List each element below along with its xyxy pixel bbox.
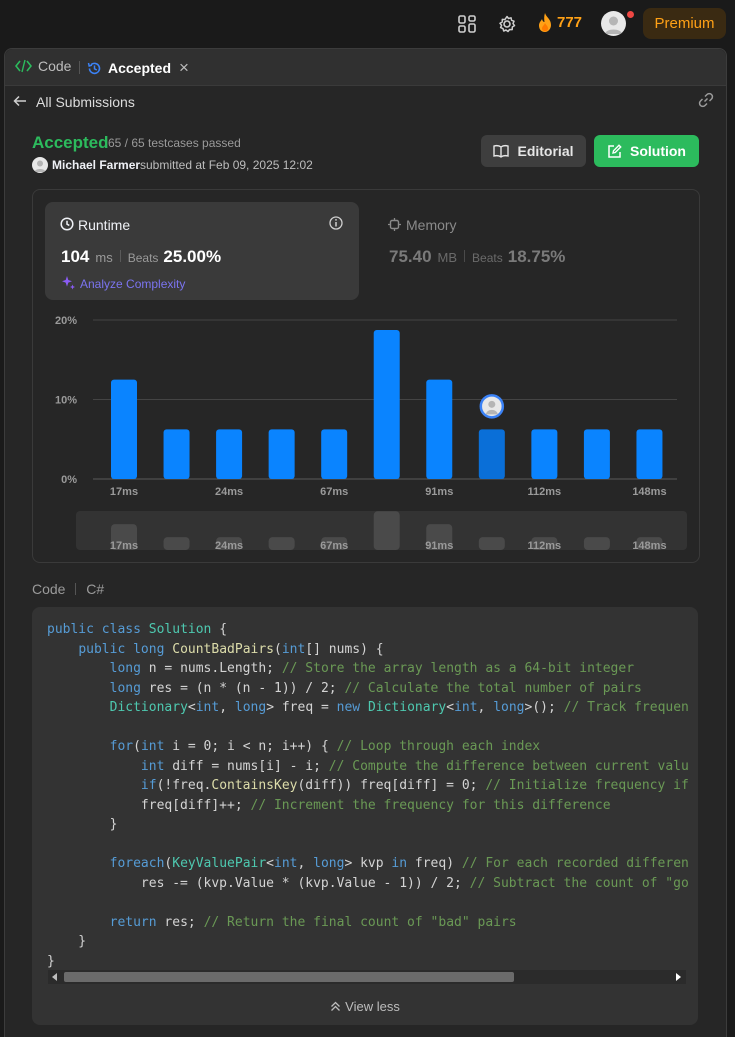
y-tick-label: 20% (55, 315, 77, 327)
notification-dot (627, 11, 634, 18)
testcases-passed: 65 / 65 testcases passed (108, 136, 241, 150)
solution-button[interactable]: Solution (594, 135, 699, 167)
code-icon (15, 59, 32, 73)
user-marker-head (488, 400, 496, 408)
layout-icon[interactable] (457, 14, 477, 34)
code-viewer[interactable]: public class Solution { public long Coun… (32, 607, 698, 1025)
x-tick-label: 112ms (528, 486, 562, 498)
code-section-header: Code C# (32, 581, 104, 597)
tab-accepted-label: Accepted (108, 60, 172, 76)
premium-button[interactable]: Premium (643, 8, 726, 39)
stats-panel: Runtime 104 ms Beats 25.00% Analyze Comp… (32, 189, 700, 563)
chart-bar[interactable] (163, 429, 190, 479)
user-icon (605, 16, 622, 34)
navigator-bar (478, 537, 505, 550)
navigator-bar (163, 537, 190, 550)
all-submissions-link[interactable]: All Submissions (36, 94, 135, 110)
chevrons-up-icon (331, 1001, 341, 1011)
tab-code[interactable]: Code (15, 58, 71, 74)
navigator-tick-label: 112ms (528, 540, 562, 552)
x-tick-label: 148ms (632, 486, 666, 498)
streak-counter[interactable]: 777 (537, 13, 582, 32)
x-tick-label: 24ms (215, 486, 243, 498)
edit-icon (608, 143, 622, 158)
divider (75, 583, 77, 595)
status-badge: Accepted (32, 133, 109, 152)
link-icon[interactable] (697, 92, 715, 108)
chart-bar[interactable] (478, 429, 505, 479)
book-icon (493, 145, 510, 158)
history-icon (87, 62, 101, 74)
chart-bar[interactable] (531, 429, 558, 479)
navigator-tick-label: 91ms (425, 540, 453, 552)
code-language: C# (86, 581, 105, 597)
top-bar: 777 Premium (0, 0, 735, 48)
chart-bar[interactable] (636, 429, 663, 479)
fire-icon (539, 13, 551, 32)
x-tick-label: 91ms (425, 486, 453, 498)
user-icon (34, 160, 46, 172)
x-tick-label: 17ms (110, 486, 138, 498)
chart-bar[interactable] (583, 429, 610, 479)
avatar[interactable] (601, 11, 626, 36)
y-tick-label: 10% (55, 395, 77, 407)
scrollbar-thumb[interactable] (64, 972, 514, 982)
scroll-left-icon[interactable] (51, 973, 59, 981)
code-section-label: Code (32, 581, 66, 597)
gear-icon[interactable] (497, 14, 517, 34)
chart-bar[interactable] (268, 429, 295, 479)
navigator-tick-label: 148ms (632, 540, 666, 552)
scroll-right-icon[interactable] (674, 973, 682, 981)
view-less-button[interactable]: View less (32, 999, 698, 1014)
user-avatar[interactable] (32, 157, 48, 173)
view-less-label: View less (345, 999, 400, 1014)
close-icon[interactable]: × (179, 58, 189, 78)
solution-label: Solution (630, 143, 686, 159)
chart-bar[interactable] (111, 379, 137, 479)
navigator-tick-label: 67ms (320, 540, 348, 552)
code-block[interactable]: public class Solution { public long Coun… (47, 620, 689, 971)
runtime-distribution-chart: 20% 10% 0% 17ms 24ms 67ms 91ms 112ms 148ms 17ms 24… (55, 315, 687, 552)
tab-bar: Code Accepted × (5, 49, 726, 86)
tab-code-label: Code (38, 58, 72, 74)
chart-bar[interactable] (216, 429, 243, 479)
navigator-tick-label: 24ms (215, 540, 243, 552)
navigator-tick-label: 17ms (110, 540, 138, 552)
y-tick-label: 0% (61, 474, 77, 486)
horizontal-scrollbar[interactable] (48, 970, 686, 984)
chart-bar[interactable] (426, 379, 453, 479)
editorial-label: Editorial (517, 143, 574, 159)
navigator-bar (373, 511, 400, 550)
chart-bar[interactable] (321, 429, 348, 479)
navigator-bar (268, 537, 295, 550)
submission-panel: Code Accepted × All Submissions Accepted… (4, 48, 727, 1037)
x-tick-label: 67ms (320, 486, 348, 498)
chart-bar[interactable] (373, 329, 400, 479)
tab-divider (79, 61, 80, 74)
user-name[interactable]: Michael Farmer (52, 158, 140, 172)
streak-count: 777 (557, 14, 583, 31)
arrow-left-icon[interactable] (13, 94, 27, 108)
navigator-bar (583, 537, 610, 550)
premium-label: Premium (654, 15, 715, 32)
tab-accepted[interactable]: Accepted × (87, 58, 189, 78)
editorial-button[interactable]: Editorial (481, 135, 586, 167)
submitted-at: submitted at Feb 09, 2025 12:02 (140, 158, 313, 172)
sub-navigation: All Submissions (5, 86, 726, 116)
